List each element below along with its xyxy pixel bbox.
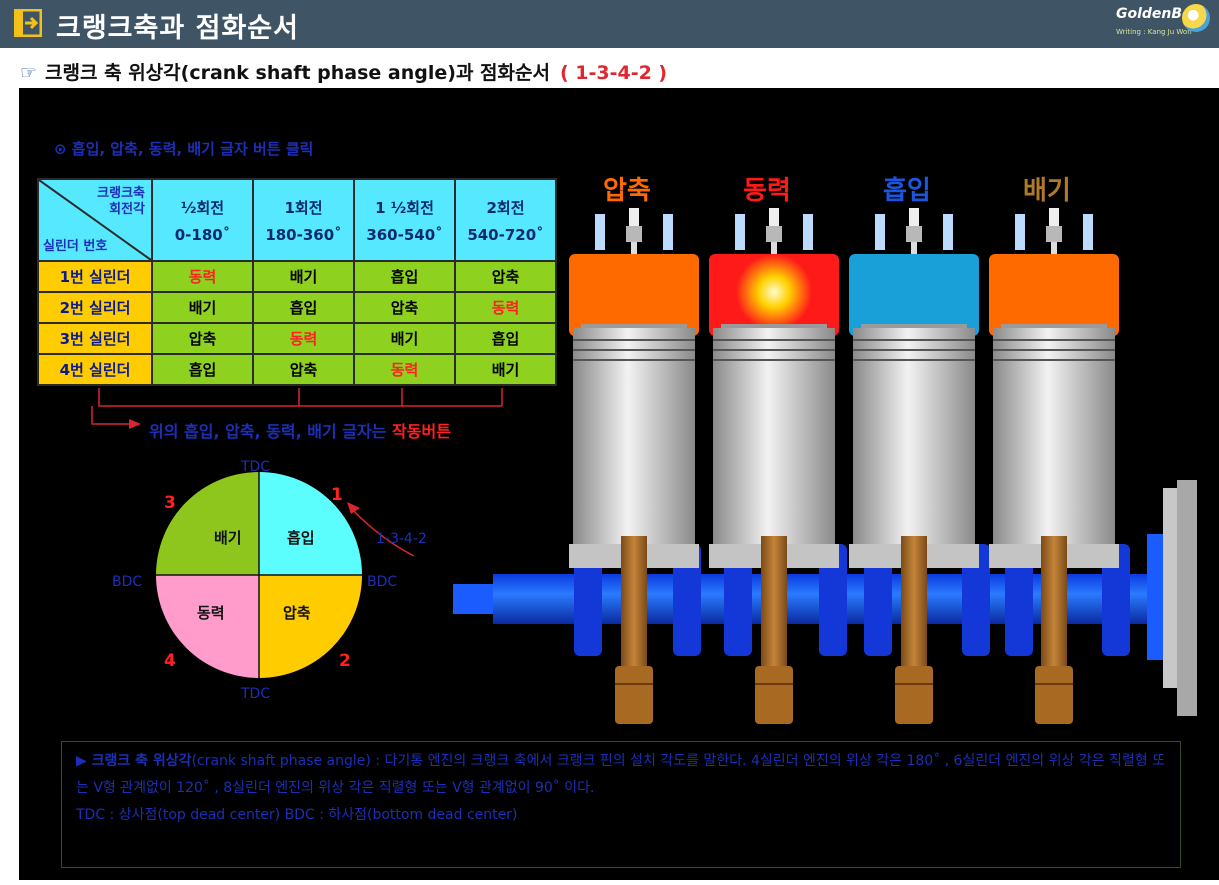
subtitle-text: 크랭크 축 위상각(crank shaft phase angle)과 점화순서	[45, 62, 550, 84]
brand-subtitle: Writing : Kang Ju Won	[1116, 28, 1192, 36]
cylinder-stroke-label[interactable]: 압축	[603, 170, 651, 207]
spark-plug-icon	[906, 208, 922, 258]
spark-plug-icon	[626, 208, 642, 258]
cylinder-stroke-label[interactable]: 흡입	[883, 170, 931, 207]
title-bar: 크랭크축과 점화순서 GoldenBell Writing : Kang Ju …	[0, 0, 1219, 48]
firing-order-label: ( 1-3-4-2 )	[559, 62, 668, 84]
section-subtitle: ☞ 크랭크 축 위상각(crank shaft phase angle)과 점화순…	[20, 58, 667, 85]
diagram-panel: ⊙ 흡입, 압축, 동력, 배기 글자 버튼 클릭 크랭크축 회전각 실린더 번호…	[19, 88, 1219, 880]
cylinder-3	[849, 208, 979, 724]
brand-logo-icon	[1182, 4, 1210, 32]
cylinder-2	[709, 208, 839, 724]
info-title: ▶ 크랭크 축 위상각	[76, 753, 192, 769]
cylinder-stroke-label[interactable]: 배기	[1023, 170, 1071, 207]
cylinder-4	[989, 208, 1119, 724]
cylinder-stroke-label[interactable]: 동력	[743, 170, 791, 207]
page-title: 크랭크축과 점화순서	[56, 13, 299, 44]
spark-plug-icon	[766, 208, 782, 258]
cylinder-1	[569, 208, 699, 724]
info-text: (crank shaft phase angle) : 다기통 엔진의 크랭크 …	[76, 753, 1166, 796]
pointing-hand-icon: ☞	[20, 62, 38, 84]
exit-icon[interactable]	[14, 9, 42, 37]
info-box: ▶ 크랭크 축 위상각(crank shaft phase angle) : 다…	[61, 741, 1181, 868]
spark-plug-icon	[1046, 208, 1062, 258]
info-legend: TDC : 상사점(top dead center) BDC : 하사점(bot…	[76, 807, 518, 823]
